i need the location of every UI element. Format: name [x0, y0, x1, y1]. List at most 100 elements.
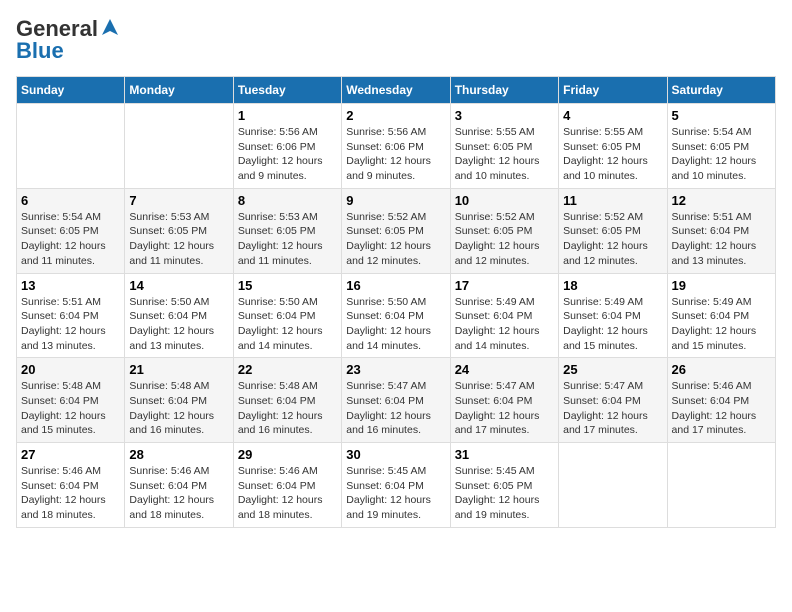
day-number: 29 [238, 447, 337, 462]
calendar-day-cell [125, 104, 233, 189]
calendar-week-row: 13 Sunrise: 5:51 AMSunset: 6:04 PMDayligh… [17, 273, 776, 358]
day-info: Sunrise: 5:48 AMSunset: 6:04 PMDaylight:… [238, 379, 337, 438]
day-info: Sunrise: 5:55 AMSunset: 6:05 PMDaylight:… [455, 125, 554, 184]
day-number: 11 [563, 193, 662, 208]
day-number: 1 [238, 108, 337, 123]
day-info: Sunrise: 5:56 AMSunset: 6:06 PMDaylight:… [238, 125, 337, 184]
day-info: Sunrise: 5:46 AMSunset: 6:04 PMDaylight:… [21, 464, 120, 523]
day-info: Sunrise: 5:47 AMSunset: 6:04 PMDaylight:… [455, 379, 554, 438]
calendar-week-row: 27Sunrise: 5:46 AMSunset: 6:04 PMDayligh… [17, 443, 776, 528]
calendar-day-cell: 11Sunrise: 5:52 AMSunset: 6:05 PMDayligh… [559, 188, 667, 273]
calendar-day-cell: 27Sunrise: 5:46 AMSunset: 6:04 PMDayligh… [17, 443, 125, 528]
calendar-day-cell: 29 Sunrise: 5:46 AMSunset: 6:04 PMDayligh… [233, 443, 341, 528]
page-header: General Blue [16, 16, 776, 64]
day-number: 22 [238, 362, 337, 377]
day-number: 7 [129, 193, 228, 208]
day-number: 2 [346, 108, 445, 123]
day-number: 13 [21, 278, 120, 293]
calendar-day-cell: 7 Sunrise: 5:53 AMSunset: 6:05 PMDaylight… [125, 188, 233, 273]
calendar-day-cell: 31 Sunrise: 5:45 AMSunset: 6:05 PMDayligh… [450, 443, 558, 528]
header-day: Saturday [667, 77, 775, 104]
day-number: 16 [346, 278, 445, 293]
calendar-day-cell: 12 Sunrise: 5:51 AMSunset: 6:04 PMDayligh… [667, 188, 775, 273]
logo: General Blue [16, 16, 120, 64]
calendar-day-cell: 21 Sunrise: 5:48 AMSunset: 6:04 PMDayligh… [125, 358, 233, 443]
day-info: Sunrise: 5:47 AMSunset: 6:04 PMDaylight:… [346, 379, 445, 438]
day-number: 31 [455, 447, 554, 462]
day-info: Sunrise: 5:46 AMSunset: 6:04 PMDaylight:… [672, 379, 771, 438]
calendar-day-cell: 10 Sunrise: 5:52 AMSunset: 6:05 PMDayligh… [450, 188, 558, 273]
calendar-day-cell: 23 Sunrise: 5:47 AMSunset: 6:04 PMDayligh… [342, 358, 450, 443]
day-number: 5 [672, 108, 771, 123]
calendar-day-cell: 28 Sunrise: 5:46 AMSunset: 6:04 PMDayligh… [125, 443, 233, 528]
header-day: Sunday [17, 77, 125, 104]
calendar-day-cell: 26 Sunrise: 5:46 AMSunset: 6:04 PMDayligh… [667, 358, 775, 443]
calendar-day-cell: 9 Sunrise: 5:52 AMSunset: 6:05 PMDaylight… [342, 188, 450, 273]
day-info: Sunrise: 5:46 AMSunset: 6:04 PMDaylight:… [238, 464, 337, 523]
day-number: 6 [21, 193, 120, 208]
day-info: Sunrise: 5:53 AMSunset: 6:05 PMDaylight:… [129, 210, 228, 269]
day-info: Sunrise: 5:52 AMSunset: 6:05 PMDaylight:… [346, 210, 445, 269]
day-info: Sunrise: 5:45 AMSunset: 6:04 PMDaylight:… [346, 464, 445, 523]
calendar-day-cell: 5Sunrise: 5:54 AMSunset: 6:05 PMDaylight… [667, 104, 775, 189]
day-number: 14 [129, 278, 228, 293]
calendar-table: SundayMondayTuesdayWednesdayThursdayFrid… [16, 76, 776, 528]
day-info: Sunrise: 5:50 AMSunset: 6:04 PMDaylight:… [238, 295, 337, 354]
logo-icon [100, 17, 120, 37]
day-number: 15 [238, 278, 337, 293]
day-info: Sunrise: 5:51 AMSunset: 6:04 PMDaylight:… [672, 210, 771, 269]
calendar-day-cell: 19Sunrise: 5:49 AMSunset: 6:04 PMDayligh… [667, 273, 775, 358]
day-info: Sunrise: 5:49 AMSunset: 6:04 PMDaylight:… [672, 295, 771, 354]
calendar-day-cell: 25 Sunrise: 5:47 AMSunset: 6:04 PMDayligh… [559, 358, 667, 443]
calendar-day-cell: 3 Sunrise: 5:55 AMSunset: 6:05 PMDaylight… [450, 104, 558, 189]
header-day: Tuesday [233, 77, 341, 104]
header-day: Friday [559, 77, 667, 104]
calendar-day-cell: 4 Sunrise: 5:55 AMSunset: 6:05 PMDaylight… [559, 104, 667, 189]
header-day: Wednesday [342, 77, 450, 104]
calendar-day-cell [667, 443, 775, 528]
day-info: Sunrise: 5:48 AMSunset: 6:04 PMDaylight:… [129, 379, 228, 438]
day-number: 10 [455, 193, 554, 208]
day-number: 23 [346, 362, 445, 377]
day-number: 18 [563, 278, 662, 293]
day-info: Sunrise: 5:47 AMSunset: 6:04 PMDaylight:… [563, 379, 662, 438]
day-info: Sunrise: 5:46 AMSunset: 6:04 PMDaylight:… [129, 464, 228, 523]
day-number: 9 [346, 193, 445, 208]
calendar-day-cell: 14 Sunrise: 5:50 AMSunset: 6:04 PMDayligh… [125, 273, 233, 358]
day-info: Sunrise: 5:45 AMSunset: 6:05 PMDaylight:… [455, 464, 554, 523]
calendar-week-row: 1 Sunrise: 5:56 AMSunset: 6:06 PMDaylight… [17, 104, 776, 189]
calendar-week-row: 20Sunrise: 5:48 AMSunset: 6:04 PMDayligh… [17, 358, 776, 443]
calendar-day-cell: 24 Sunrise: 5:47 AMSunset: 6:04 PMDayligh… [450, 358, 558, 443]
day-number: 26 [672, 362, 771, 377]
day-number: 25 [563, 362, 662, 377]
logo-blue: Blue [16, 38, 64, 64]
day-info: Sunrise: 5:52 AMSunset: 6:05 PMDaylight:… [455, 210, 554, 269]
day-info: Sunrise: 5:50 AMSunset: 6:04 PMDaylight:… [129, 295, 228, 354]
calendar-day-cell: 6Sunrise: 5:54 AMSunset: 6:05 PMDaylight… [17, 188, 125, 273]
calendar-day-cell: 16Sunrise: 5:50 AMSunset: 6:04 PMDayligh… [342, 273, 450, 358]
calendar-day-cell: 13 Sunrise: 5:51 AMSunset: 6:04 PMDayligh… [17, 273, 125, 358]
day-number: 28 [129, 447, 228, 462]
day-info: Sunrise: 5:49 AMSunset: 6:04 PMDaylight:… [455, 295, 554, 354]
day-number: 4 [563, 108, 662, 123]
calendar-day-cell: 15 Sunrise: 5:50 AMSunset: 6:04 PMDayligh… [233, 273, 341, 358]
calendar-day-cell: 1 Sunrise: 5:56 AMSunset: 6:06 PMDaylight… [233, 104, 341, 189]
day-info: Sunrise: 5:55 AMSunset: 6:05 PMDaylight:… [563, 125, 662, 184]
calendar-day-cell: 8Sunrise: 5:53 AMSunset: 6:05 PMDaylight… [233, 188, 341, 273]
day-number: 21 [129, 362, 228, 377]
header-row: SundayMondayTuesdayWednesdayThursdayFrid… [17, 77, 776, 104]
header-day: Thursday [450, 77, 558, 104]
day-number: 24 [455, 362, 554, 377]
calendar-day-cell: 2Sunrise: 5:56 AMSunset: 6:06 PMDaylight… [342, 104, 450, 189]
calendar-day-cell: 22 Sunrise: 5:48 AMSunset: 6:04 PMDayligh… [233, 358, 341, 443]
day-info: Sunrise: 5:53 AMSunset: 6:05 PMDaylight:… [238, 210, 337, 269]
day-number: 12 [672, 193, 771, 208]
calendar-week-row: 6Sunrise: 5:54 AMSunset: 6:05 PMDaylight… [17, 188, 776, 273]
calendar-day-cell [559, 443, 667, 528]
day-number: 17 [455, 278, 554, 293]
calendar-day-cell: 30Sunrise: 5:45 AMSunset: 6:04 PMDayligh… [342, 443, 450, 528]
calendar-day-cell: 20Sunrise: 5:48 AMSunset: 6:04 PMDayligh… [17, 358, 125, 443]
day-info: Sunrise: 5:51 AMSunset: 6:04 PMDaylight:… [21, 295, 120, 354]
header-day: Monday [125, 77, 233, 104]
day-number: 3 [455, 108, 554, 123]
